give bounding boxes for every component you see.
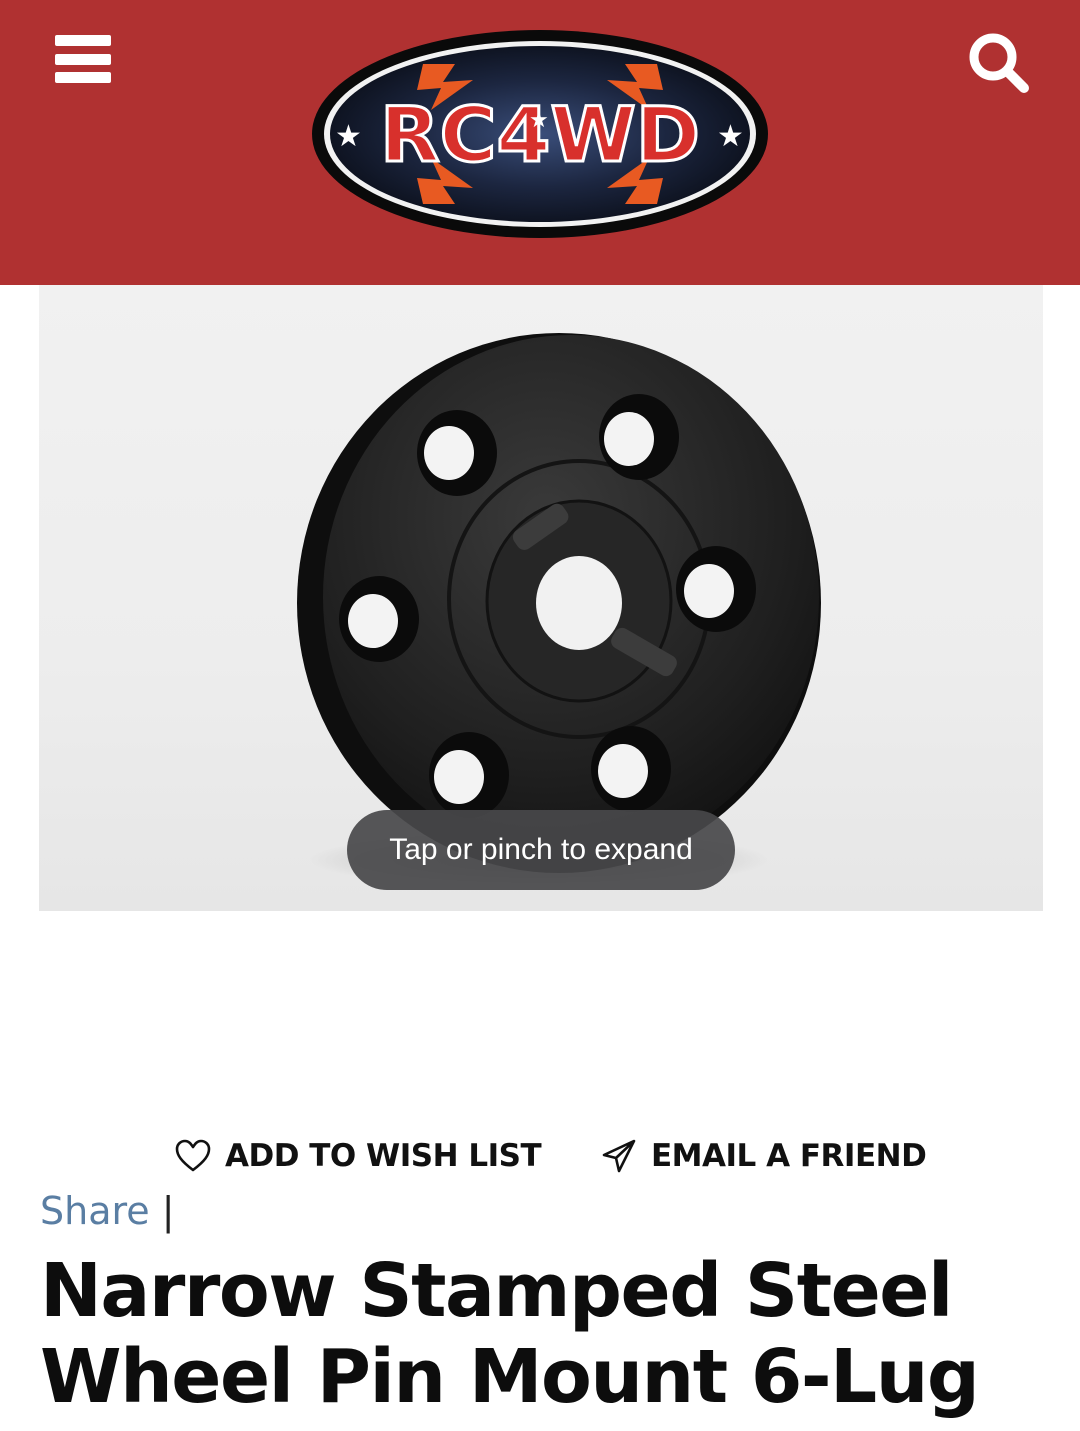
rc4wd-logo[interactable]: ★ ★ RC4WD ★ [305,24,775,244]
product-actions: ADD TO WISH LIST EMAIL A FRIEND [0,1128,1080,1184]
svg-text:★: ★ [717,119,744,154]
site-header: ★ ★ RC4WD ★ [0,0,1080,285]
wish-list-label: ADD TO WISH LIST [225,1138,542,1174]
email-friend-label: EMAIL A FRIEND [651,1138,927,1174]
share-row: Share | [40,1186,175,1236]
tap-to-expand-hint[interactable]: Tap or pinch to expand [347,810,735,890]
logo-wordmark: RC4WD [380,90,700,179]
heart-icon [175,1139,211,1172]
svg-text:★: ★ [335,119,362,154]
add-to-wish-list-button[interactable]: ADD TO WISH LIST [175,1128,542,1184]
hamburger-menu-icon[interactable] [55,35,111,83]
search-icon[interactable] [966,30,1032,96]
svg-text:★: ★ [529,108,549,133]
share-link[interactable]: Share [40,1189,150,1233]
email-a-friend-button[interactable]: EMAIL A FRIEND [601,1128,927,1184]
paper-plane-icon [602,1139,636,1173]
share-separator: | [161,1189,175,1233]
product-title: Narrow Stamped Steel Wheel Pin Mount 6-L… [40,1248,980,1420]
